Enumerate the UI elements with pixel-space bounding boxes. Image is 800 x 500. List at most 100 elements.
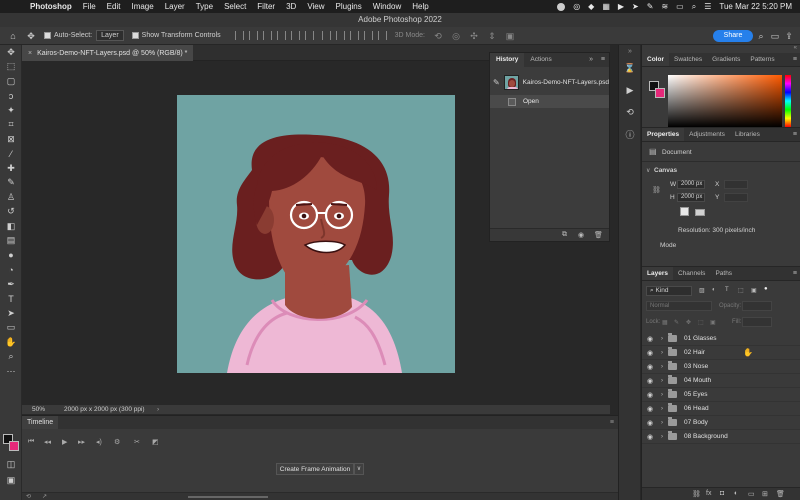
- create-frame-animation-button[interactable]: Create Frame Animation: [276, 463, 354, 475]
- distribute-3-icon[interactable]: [349, 31, 359, 40]
- filter-toggle-icon[interactable]: ●: [764, 286, 768, 292]
- status-pen-icon[interactable]: ✎: [647, 2, 654, 11]
- link-layers-icon[interactable]: ⛓: [692, 490, 701, 498]
- properties-menu-icon[interactable]: ≡: [793, 131, 797, 138]
- lock-pixels-icon[interactable]: ✎: [674, 319, 679, 326]
- tab-libraries[interactable]: Libraries: [730, 128, 765, 141]
- menu-help[interactable]: Help: [412, 2, 428, 11]
- history-panel-icon[interactable]: ⌛: [619, 57, 641, 79]
- adjustment-layer-icon[interactable]: ◐: [734, 490, 738, 497]
- tab-gradients[interactable]: Gradients: [707, 53, 745, 66]
- share-button[interactable]: Share: [713, 30, 753, 42]
- tab-adjustments[interactable]: Adjustments: [684, 128, 730, 141]
- status-control-center-icon[interactable]: ☰: [704, 2, 711, 11]
- timeline-menu-icon[interactable]: ≡: [610, 419, 614, 426]
- screen-mode-icon[interactable]: ▣: [0, 473, 22, 488]
- status-search-icon[interactable]: ⌕: [692, 2, 696, 12]
- expand-chevron-icon[interactable]: ›: [661, 392, 663, 398]
- layer-row[interactable]: ◉ › 07 Body: [642, 416, 800, 430]
- distribute-1-icon[interactable]: [321, 31, 331, 40]
- align-bottom-icon[interactable]: [304, 31, 314, 40]
- marquee-icon[interactable]: ▢: [0, 74, 22, 89]
- history-step[interactable]: Open: [490, 95, 609, 108]
- auto-select-dropdown[interactable]: Layer: [96, 30, 124, 41]
- frame-icon[interactable]: ⊠: [0, 132, 22, 147]
- canvas-section-caret-icon[interactable]: ∨: [646, 167, 650, 174]
- layer-mask-icon[interactable]: ◘: [720, 490, 724, 497]
- layers-menu-icon[interactable]: ≡: [793, 270, 797, 277]
- transition-icon[interactable]: ◩: [152, 438, 159, 446]
- search-icon[interactable]: ⌕: [756, 31, 766, 41]
- gradient-icon[interactable]: ▤: [0, 234, 22, 249]
- visibility-eye-icon[interactable]: ◉: [647, 433, 654, 441]
- artwork-canvas[interactable]: [177, 95, 455, 373]
- fill-field[interactable]: [742, 317, 772, 327]
- expand-chevron-icon[interactable]: ›: [661, 406, 663, 412]
- hand-icon[interactable]: ✋: [0, 335, 22, 350]
- background-color-swatch[interactable]: [9, 441, 19, 451]
- camera-icon[interactable]: ◉: [578, 231, 584, 239]
- timeline-tab[interactable]: Timeline: [22, 416, 59, 430]
- width-field[interactable]: 2000 px: [677, 180, 705, 189]
- tab-patterns[interactable]: Patterns: [745, 53, 779, 66]
- status-record-icon[interactable]: [557, 2, 566, 11]
- color-menu-icon[interactable]: ≡: [793, 56, 797, 63]
- menu-window[interactable]: Window: [373, 2, 401, 11]
- tab-color[interactable]: Color: [642, 53, 669, 66]
- eraser-icon[interactable]: ◧: [0, 219, 22, 234]
- quick-mask-icon[interactable]: ◫: [0, 457, 22, 472]
- menu-select[interactable]: Select: [224, 2, 246, 11]
- tab-history[interactable]: History: [490, 53, 525, 67]
- visibility-eye-icon[interactable]: ◉: [647, 377, 654, 385]
- visibility-eye-icon[interactable]: ◉: [647, 419, 654, 427]
- document-tab[interactable]: × Kairos-Demo-NFT-Layers.psd @ 50% (RGB/…: [22, 45, 194, 61]
- menu-type[interactable]: Type: [196, 2, 213, 11]
- settings-icon[interactable]: ⚙: [114, 438, 120, 446]
- healing-brush-icon[interactable]: ✚: [0, 161, 22, 176]
- status-cursor-icon[interactable]: ➤: [632, 2, 639, 11]
- blend-mode-dropdown[interactable]: Normal: [646, 301, 712, 311]
- status-play-icon[interactable]: ▶: [618, 2, 624, 11]
- brush-icon[interactable]: ✎: [0, 176, 22, 191]
- new-layer-icon[interactable]: ⊞: [762, 490, 768, 498]
- next-frame-icon[interactable]: ▸▸: [78, 438, 85, 446]
- crop-icon[interactable]: ⌗: [0, 118, 22, 133]
- timeline-panel-icon[interactable]: ⟲: [619, 101, 641, 123]
- expand-chevron-icon[interactable]: ›: [661, 336, 663, 342]
- create-frame-dropdown[interactable]: ∨: [354, 463, 364, 475]
- status-grid-icon[interactable]: ▦: [602, 2, 610, 11]
- dodge-icon[interactable]: ◔: [0, 263, 22, 278]
- first-frame-icon[interactable]: ⏮: [28, 438, 34, 446]
- portrait-orientation-icon[interactable]: [680, 207, 689, 216]
- zoom-icon[interactable]: ⌕: [0, 350, 22, 365]
- audio-icon[interactable]: ◂): [96, 438, 102, 446]
- layer-row[interactable]: ◉ › 04 Mouth: [642, 374, 800, 388]
- align-middle-icon[interactable]: [290, 31, 300, 40]
- status-menu-icon[interactable]: ›: [157, 405, 159, 414]
- tab-channels[interactable]: Channels: [673, 267, 710, 280]
- filter-smart-object-icon[interactable]: ▣: [751, 287, 757, 294]
- menu-datetime[interactable]: Tue Mar 22 5:20 PM: [719, 2, 792, 11]
- 3d-orbit-icon[interactable]: ⟲: [433, 31, 443, 41]
- lock-transparent-icon[interactable]: ▦: [662, 319, 668, 326]
- lasso-icon[interactable]: ↄ: [0, 89, 22, 104]
- distribute-4-icon[interactable]: [363, 31, 373, 40]
- visibility-eye-icon[interactable]: ◉: [647, 349, 654, 357]
- info-panel-icon[interactable]: ⓘ: [619, 123, 641, 145]
- lock-artboard-icon[interactable]: ⬚: [698, 319, 704, 326]
- visibility-eye-icon[interactable]: ◉: [647, 405, 654, 413]
- share-arrow-icon[interactable]: ⇪: [784, 31, 794, 41]
- menu-view[interactable]: View: [307, 2, 324, 11]
- align-right-icon[interactable]: [262, 31, 272, 40]
- menu-layer[interactable]: Layer: [165, 2, 185, 11]
- filter-pixel-icon[interactable]: ▨: [699, 287, 705, 294]
- home-icon[interactable]: ⌂: [8, 31, 18, 41]
- color-background-swatch[interactable]: [655, 88, 665, 98]
- eyedropper-icon[interactable]: ⁄: [0, 147, 22, 162]
- prev-frame-icon[interactable]: ◂◂: [44, 438, 51, 446]
- layer-row[interactable]: ◉ › 08 Background: [642, 430, 800, 444]
- history-brush-icon[interactable]: ↺: [0, 205, 22, 220]
- tab-paths[interactable]: Paths: [710, 267, 737, 280]
- new-document-from-state-icon[interactable]: ⧉: [562, 231, 567, 239]
- color-picker-field[interactable]: [668, 75, 782, 127]
